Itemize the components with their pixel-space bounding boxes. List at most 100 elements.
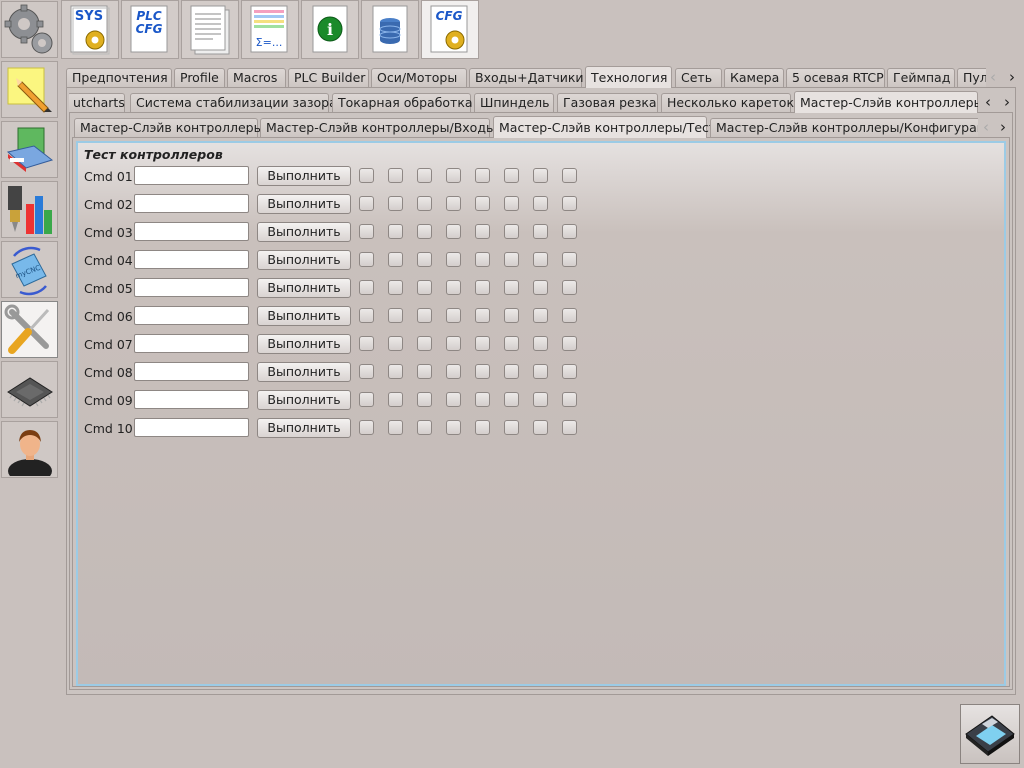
status-checkbox[interactable] [388, 280, 403, 295]
cmd-input[interactable] [134, 194, 249, 213]
status-checkbox[interactable] [446, 252, 461, 267]
tab-inputs-sensors[interactable]: Входы+Датчики [469, 68, 584, 87]
sidebar-item-books[interactable] [1, 121, 58, 178]
status-checkbox[interactable] [417, 364, 432, 379]
status-checkbox[interactable] [475, 224, 490, 239]
status-checkbox[interactable] [533, 308, 548, 323]
toolbar-formula-button[interactable]: Σ=... [241, 0, 299, 59]
execute-button[interactable]: Выполнить [257, 334, 351, 354]
status-checkbox[interactable] [533, 392, 548, 407]
status-checkbox[interactable] [359, 196, 374, 211]
status-checkbox[interactable] [388, 336, 403, 351]
tab-turning[interactable]: Токарная обработка [332, 93, 473, 112]
status-checkbox[interactable] [562, 280, 577, 295]
status-checkbox[interactable] [562, 420, 577, 435]
tabs-level2-scroll-right[interactable]: › [999, 92, 1015, 112]
status-checkbox[interactable] [446, 392, 461, 407]
sidebar-item-configuration[interactable] [1, 301, 58, 358]
execute-button[interactable]: Выполнить [257, 194, 351, 214]
status-checkbox[interactable] [388, 392, 403, 407]
tab-ms-controllers[interactable]: Мастер-Слэйв контроллеры [74, 118, 263, 137]
status-checkbox[interactable] [417, 308, 432, 323]
tab-gas-cutting[interactable]: Газовая резка [557, 93, 658, 112]
status-checkbox[interactable] [533, 420, 548, 435]
status-checkbox[interactable] [475, 420, 490, 435]
status-checkbox[interactable] [446, 420, 461, 435]
status-checkbox[interactable] [359, 280, 374, 295]
status-checkbox[interactable] [533, 336, 548, 351]
status-checkbox[interactable] [475, 308, 490, 323]
status-checkbox[interactable] [475, 364, 490, 379]
status-checkbox[interactable] [504, 420, 519, 435]
status-checkbox[interactable] [562, 252, 577, 267]
tab-ms-configuration[interactable]: Мастер-Слэйв контроллеры/Конфигурация [710, 118, 978, 137]
tabs-level2-scroll-left[interactable]: ‹ [980, 92, 996, 112]
status-checkbox[interactable] [475, 168, 490, 183]
tab-macros[interactable]: Macros [227, 68, 286, 87]
execute-button[interactable]: Выполнить [257, 306, 351, 326]
status-checkbox[interactable] [475, 336, 490, 351]
sidebar-item-hardware[interactable] [1, 361, 58, 418]
status-checkbox[interactable] [446, 196, 461, 211]
status-checkbox[interactable] [417, 336, 432, 351]
status-checkbox[interactable] [417, 168, 432, 183]
status-checkbox[interactable] [359, 420, 374, 435]
cmd-input[interactable] [134, 306, 249, 325]
tab-network[interactable]: Сеть [675, 68, 722, 87]
sidebar-item-mycnc[interactable]: myCNC [1, 241, 58, 298]
tabs-level1-scroll-left[interactable]: ‹ [985, 67, 1001, 87]
toolbar-sys-button[interactable]: SYS [61, 0, 119, 59]
status-checkbox[interactable] [417, 252, 432, 267]
status-checkbox[interactable] [504, 364, 519, 379]
status-checkbox[interactable] [388, 196, 403, 211]
status-checkbox[interactable] [533, 252, 548, 267]
status-checkbox[interactable] [388, 364, 403, 379]
cmd-input[interactable] [134, 278, 249, 297]
status-checkbox[interactable] [562, 308, 577, 323]
status-checkbox[interactable] [446, 336, 461, 351]
tab-master-slave-controllers[interactable]: Мастер-Слэйв контроллеры [794, 91, 978, 113]
tab-gap-stabilization[interactable]: Система стабилизации зазора [130, 93, 337, 112]
toolbar-database-button[interactable] [361, 0, 419, 59]
toolbar-cfg-button[interactable]: CFG [421, 0, 479, 59]
status-checkbox[interactable] [388, 308, 403, 323]
status-checkbox[interactable] [504, 280, 519, 295]
status-checkbox[interactable] [388, 252, 403, 267]
status-checkbox[interactable] [446, 224, 461, 239]
status-checkbox[interactable] [504, 224, 519, 239]
status-checkbox[interactable] [446, 168, 461, 183]
status-checkbox[interactable] [359, 252, 374, 267]
execute-button[interactable]: Выполнить [257, 390, 351, 410]
tab-spindle[interactable]: Шпиндель [474, 93, 554, 112]
status-checkbox[interactable] [504, 252, 519, 267]
status-checkbox[interactable] [417, 392, 432, 407]
status-checkbox[interactable] [562, 224, 577, 239]
status-checkbox[interactable] [562, 196, 577, 211]
status-checkbox[interactable] [475, 280, 490, 295]
tab-ms-test[interactable]: Мастер-Слэйв контроллеры/Тест [493, 116, 716, 138]
status-checkbox[interactable] [359, 336, 374, 351]
tab-plc-builder[interactable]: PLC Builder [288, 68, 369, 87]
status-checkbox[interactable] [562, 364, 577, 379]
status-checkbox[interactable] [533, 168, 548, 183]
cmd-input[interactable] [134, 390, 249, 409]
cmd-input[interactable] [134, 166, 249, 185]
status-checkbox[interactable] [475, 196, 490, 211]
toolbar-info-button[interactable]: i [301, 0, 359, 59]
status-checkbox[interactable] [533, 196, 548, 211]
tab-axes-motors[interactable]: Оси/Моторы [371, 68, 467, 87]
status-checkbox[interactable] [446, 280, 461, 295]
status-checkbox[interactable] [359, 308, 374, 323]
tabs-level1-scroll-right[interactable]: › [1004, 67, 1020, 87]
tab-ms-inputs[interactable]: Мастер-Слэйв контроллеры/Входы [260, 118, 496, 137]
cmd-input[interactable] [134, 222, 249, 241]
save-button[interactable] [960, 704, 1020, 764]
status-checkbox[interactable] [359, 168, 374, 183]
status-checkbox[interactable] [504, 336, 519, 351]
status-checkbox[interactable] [504, 392, 519, 407]
execute-button[interactable]: Выполнить [257, 250, 351, 270]
execute-button[interactable]: Выполнить [257, 418, 351, 438]
status-checkbox[interactable] [446, 308, 461, 323]
tab-preferences[interactable]: Предпочтения [66, 68, 172, 87]
status-checkbox[interactable] [562, 168, 577, 183]
